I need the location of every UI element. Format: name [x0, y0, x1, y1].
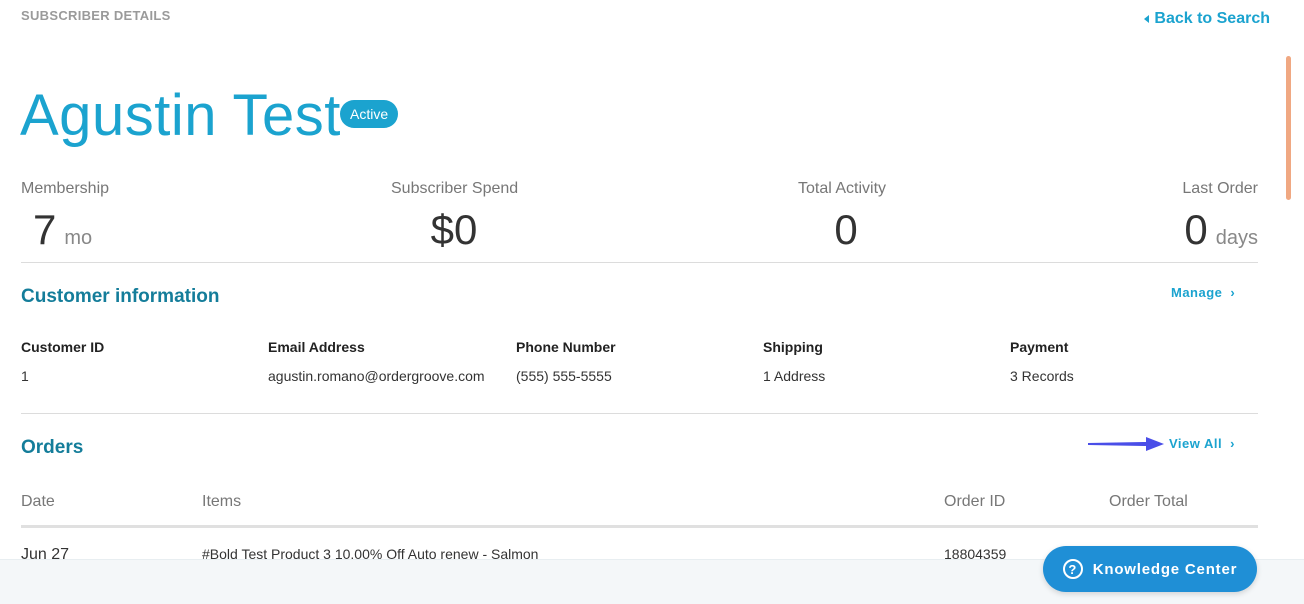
question-circle-icon: ? [1062, 559, 1083, 579]
info-payment: Payment 3 Records [1010, 339, 1074, 384]
column-header-items[interactable]: Items [202, 493, 241, 511]
info-value: 1 [21, 368, 29, 384]
subscriber-details-page: SUBSCRIBER DETAILS Back to Search Agusti… [0, 0, 1304, 604]
stat-membership-value: 7 mo [33, 206, 109, 254]
manage-label: Manage [1171, 285, 1223, 300]
back-to-search-link[interactable]: Back to Search [1144, 10, 1270, 28]
stat-last-order-value: 0 days [1182, 206, 1258, 254]
divider [21, 413, 1258, 414]
knowledge-center-button[interactable]: ? Knowledge Center [1043, 546, 1257, 592]
stat-activity: Total Activity 0 [798, 180, 894, 254]
info-key: Payment [1010, 339, 1069, 355]
stat-last-order-label: Last Order [1182, 180, 1258, 197]
info-value: (555) 555-5555 [516, 368, 612, 384]
caret-left-icon [1144, 15, 1150, 23]
info-key: Phone Number [516, 339, 616, 355]
stat-last-order-unit: days [1215, 227, 1258, 249]
stat-activity-value: 0 [834, 206, 858, 253]
stat-last-order-number: 0 [1184, 206, 1208, 253]
info-key: Shipping [763, 339, 823, 355]
column-header-order-total[interactable]: Order Total [1109, 493, 1188, 511]
chevron-right-icon: › [1230, 436, 1235, 451]
customer-info-title: Customer information [21, 286, 220, 307]
view-all-link[interactable]: View All › [1169, 436, 1235, 451]
back-to-search-label: Back to Search [1154, 10, 1270, 27]
status-badge: Active [340, 100, 399, 128]
info-value: agustin.romano@ordergroove.com [268, 368, 485, 384]
stat-spend: Subscriber Spend $0 [391, 180, 519, 254]
info-shipping: Shipping 1 Address [763, 339, 825, 384]
column-header-date[interactable]: Date [21, 493, 55, 511]
info-email: Email Address agustin.romano@ordergroove… [268, 339, 485, 384]
chevron-right-icon: › [1230, 285, 1236, 300]
stat-membership-number: 7 [33, 206, 57, 253]
scrollbar-thumb[interactable] [1286, 56, 1291, 200]
stat-membership: Membership 7 mo [21, 180, 109, 254]
stat-last-order: Last Order 0 days [1182, 180, 1258, 254]
info-phone: Phone Number (555) 555-5555 [516, 339, 616, 384]
stat-activity-label: Total Activity [798, 180, 887, 197]
info-key: Customer ID [21, 339, 105, 355]
section-label: SUBSCRIBER DETAILS [21, 8, 171, 23]
view-all-label: View All [1169, 436, 1223, 451]
manage-link[interactable]: Manage › [1171, 285, 1235, 300]
info-value: 3 Records [1010, 368, 1074, 384]
info-key: Email Address [268, 339, 365, 355]
table-header-underline [21, 525, 1258, 528]
info-value: 1 Address [763, 368, 826, 384]
subscriber-name: Agustin Test [20, 83, 341, 148]
stat-spend-label: Subscriber Spend [391, 180, 519, 197]
knowledge-center-label: Knowledge Center [1092, 560, 1238, 578]
info-customer-id: Customer ID 1 [21, 339, 104, 384]
orders-title: Orders [21, 437, 84, 458]
divider [21, 262, 1258, 263]
stat-membership-unit: mo [64, 227, 93, 249]
stat-membership-label: Membership [21, 180, 110, 197]
stat-spend-value: $0 [430, 206, 478, 253]
column-header-order-id[interactable]: Order ID [944, 493, 1005, 511]
arrow-right-icon [1088, 437, 1164, 451]
